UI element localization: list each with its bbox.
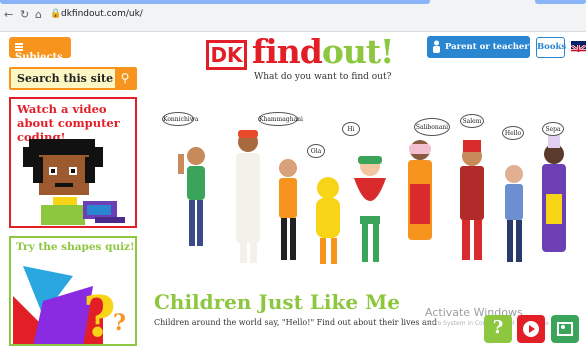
parent-label: Parent or teacher? (445, 42, 534, 52)
search-input[interactable]: Search this site (17, 72, 113, 85)
promo-video-card[interactable]: Watch a video about computer coding! (9, 97, 137, 228)
hero-title[interactable]: Children Just Like Me (154, 290, 400, 314)
promo-quiz-title: Try the shapes quiz! (16, 241, 135, 253)
logo-out: out! (321, 32, 395, 71)
greeting-bubble: Ola (307, 144, 325, 158)
shapes-illustration: ? ? (13, 266, 126, 346)
svg-text:?: ? (83, 284, 116, 346)
greeting-bubble: Khammaghani (258, 112, 303, 126)
greeting-bubble: Salem (460, 114, 484, 128)
coding-kid-illustration (23, 139, 125, 225)
subjects-menu-button[interactable]: Subjects ⌄ (9, 37, 71, 73)
subjects-label: Subjects (15, 52, 63, 63)
person-icon (433, 40, 440, 53)
reload-icon[interactable]: ↻ (20, 8, 29, 21)
promo-quiz-card[interactable]: Try the shapes quiz! ? ? (9, 236, 137, 346)
findout-wordmark: findout! (252, 32, 395, 71)
search-icon[interactable]: ⚲ (115, 69, 135, 88)
search-box[interactable]: Search this site ⚲ (9, 67, 137, 90)
svg-text:?: ? (113, 310, 126, 336)
greeting-bubble: Sepa (542, 122, 564, 136)
hero-children-image[interactable]: Konnichiwa Khammaghani Ola Hi Salibonani… (150, 84, 586, 284)
dk-logo-mark: DK (206, 40, 247, 70)
pictures-icon[interactable] (551, 315, 579, 343)
home-icon[interactable]: ⌂ (35, 8, 42, 21)
uk-flag-icon[interactable] (571, 41, 586, 52)
logo-find: find (252, 32, 323, 71)
greeting-bubble: Salibonani (414, 118, 450, 136)
books-button[interactable]: Books (536, 37, 566, 58)
greeting-bubble: Hi (342, 122, 360, 136)
greeting-bubble: Konnichiwa (162, 112, 198, 126)
quiz-icon[interactable]: ? (484, 315, 512, 343)
children-illustration (178, 130, 566, 264)
address-bar[interactable]: dkfindout.com/uk/ (61, 9, 143, 19)
tagline: What do you want to find out? (254, 72, 392, 82)
parent-or-teacher-button[interactable]: Parent or teacher? ⌄ (427, 36, 543, 58)
tab-strip (0, 0, 430, 4)
browser-toolbar: ← ↻ ⌂ 🔒 dkfindout.com/uk/ (0, 0, 586, 32)
video-play-icon[interactable] (517, 315, 545, 343)
hamburger-icon (15, 42, 23, 52)
back-icon[interactable]: ← (4, 8, 13, 21)
tab-strip-right (535, 0, 586, 4)
greeting-bubble: Hello (502, 126, 524, 140)
lock-icon: 🔒 (50, 9, 62, 19)
